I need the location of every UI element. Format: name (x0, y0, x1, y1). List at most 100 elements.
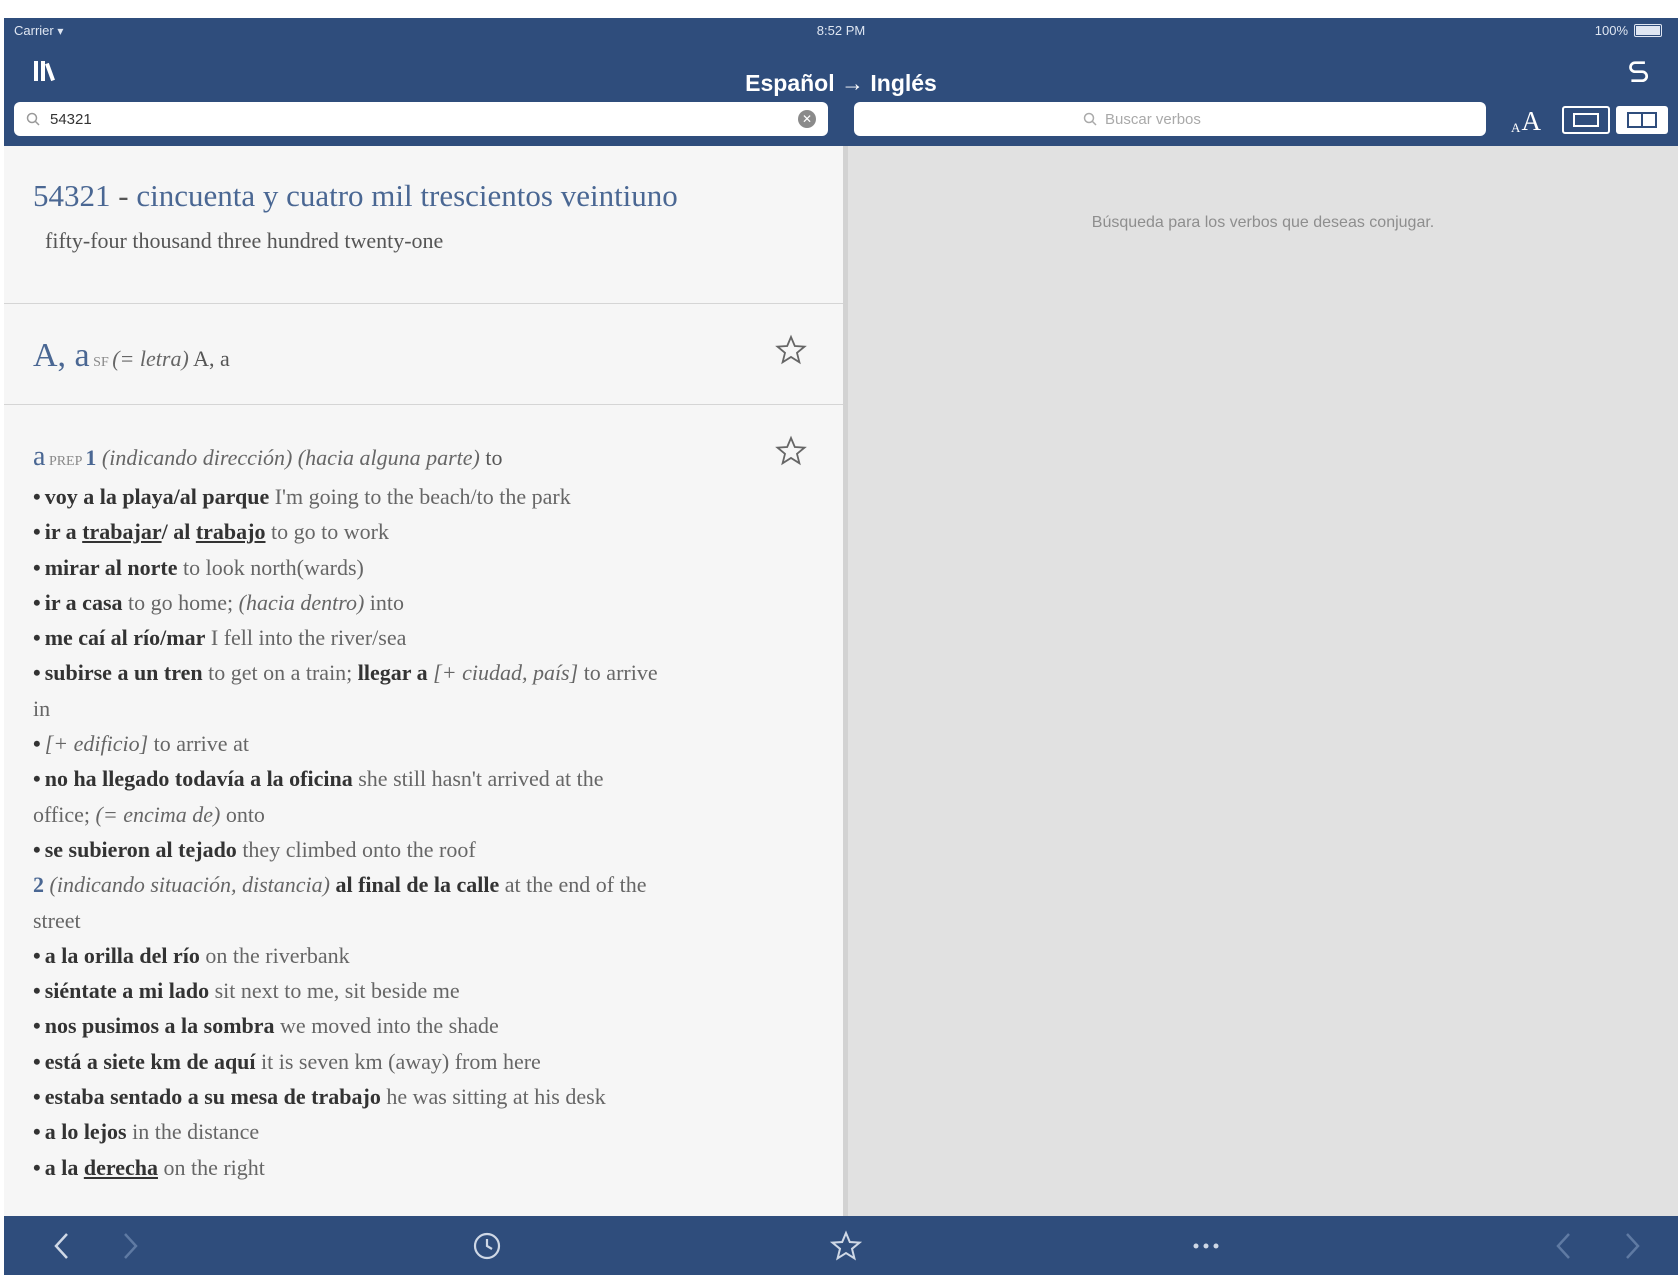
letter-pos: SF (89, 355, 113, 370)
example-en: we moved into the shade (274, 1013, 499, 1039)
star-icon[interactable] (775, 435, 807, 467)
example-en: she still hasn't arrived at the (352, 766, 604, 792)
bullet: • (33, 660, 41, 686)
example-line: • no ha llegado todavía a la oficina she … (33, 761, 803, 796)
example-es: voy a la playa/al parque (44, 484, 270, 509)
bullet: • (33, 484, 41, 509)
preposition-headword: a (33, 441, 46, 472)
swap-languages-icon[interactable] (1622, 56, 1656, 90)
cross-reference-link[interactable]: trabajar (82, 519, 161, 544)
preposition-entry[interactable]: a PREP 1 (indicando dirección) (hacia al… (4, 405, 843, 1185)
single-pane-icon[interactable] (1562, 106, 1610, 134)
dictionary-search-field[interactable]: ✕ (14, 102, 828, 136)
example-es: / al (161, 519, 196, 545)
bullet: • (33, 731, 41, 757)
back-icon[interactable] (44, 1228, 80, 1264)
example-es: nos pusimos a la sombra (44, 1013, 275, 1039)
example-note: (hacia dentro) (238, 589, 365, 615)
sense-note: (hacia alguna parte) (292, 445, 480, 470)
example-en: to look north(wards) (177, 554, 364, 580)
font-size-icon[interactable]: AA (1504, 104, 1548, 136)
example-line: • está a siete km de aquí it is seven km … (33, 1044, 803, 1079)
verb-search-input[interactable] (1103, 109, 1257, 129)
example-line: • a lo lejos in the distance (33, 1114, 803, 1149)
example-en: to get on a train; (202, 660, 358, 686)
split-pane-icon[interactable] (1616, 106, 1668, 134)
star-icon[interactable] (775, 334, 807, 366)
number-headword: 54321 (33, 178, 111, 213)
bullet: • (33, 554, 41, 580)
nav-title: Español → Inglés (745, 70, 937, 96)
preposition-header: a PREP 1 (indicando dirección) (hacia al… (33, 439, 803, 479)
dictionary-search-input[interactable] (48, 109, 798, 129)
preposition-pos: PREP (45, 454, 86, 469)
sense-translation: to (479, 445, 503, 470)
clock: 8:52 PM (816, 23, 866, 38)
example-en: sit next to me, sit beside me (209, 978, 460, 1004)
example-line: • mirar al norte to look north(wards) (33, 550, 803, 585)
example-es: al final de la calle (329, 872, 500, 898)
search-icon (26, 112, 40, 126)
letter-translation: A, a (188, 346, 230, 371)
verb-search-hint: Búsqueda para los verbos que deseas conj… (1091, 214, 1435, 231)
bullet: • (33, 625, 41, 651)
bullet: • (33, 1154, 41, 1180)
example-en: on the right (157, 1154, 265, 1180)
bullet: • (33, 1048, 41, 1074)
example-es: siéntate a mi lado (44, 978, 210, 1004)
example-en: to arrive (578, 660, 658, 686)
example-en: at the end of the (499, 872, 647, 898)
example-note: [+ ciudad, país] (427, 660, 579, 686)
letter-note: (= letra) (112, 346, 189, 371)
verb-search-field[interactable] (854, 102, 1486, 136)
cross-reference-link[interactable]: trabajo (196, 519, 266, 544)
example-es: mirar al norte (44, 554, 178, 580)
prev-entry-icon[interactable] (1546, 1228, 1582, 1264)
example-line: • ir a casa to go home; (hacia dentro) in… (33, 585, 803, 620)
number-entry-title: 54321 - cincuenta y cuatro mil trescient… (33, 174, 803, 218)
example-line: • ir a trabajar/ al trabajo to go to work (33, 514, 803, 549)
bullet: • (33, 1119, 41, 1145)
sense-2-line: 2 (indicando situación, distancia) al fi… (33, 867, 803, 902)
number-entry[interactable]: 54321 - cincuenta y cuatro mil trescient… (4, 146, 843, 304)
next-entry-icon[interactable] (1614, 1228, 1650, 1264)
search-icon (1083, 112, 1097, 126)
example-es: a la (44, 1154, 84, 1180)
top-bar: Carrier ▾ 8:52 PM 100% Español → Inglés (4, 18, 1678, 146)
app-window: Carrier ▾ 8:52 PM 100% Español → Inglés (4, 18, 1678, 1275)
letter-entry[interactable]: A, a SF (= letra) A, a (4, 304, 843, 405)
example-line: • voy a la playa/al parque I'm going to t… (33, 479, 803, 514)
example-line: • estaba sentado a su mesa de trabajo he … (33, 1079, 803, 1114)
bullet: • (33, 978, 41, 1004)
more-icon[interactable] (1188, 1228, 1224, 1264)
example-note: (= encima de) (95, 801, 221, 827)
letter-headword: A, a (33, 337, 90, 374)
library-icon[interactable] (30, 54, 64, 88)
favorites-icon[interactable] (828, 1228, 864, 1264)
example-en: to arrive at (148, 731, 249, 757)
entry-dash: - (110, 178, 137, 213)
example-line-continued: street (33, 907, 81, 933)
example-line: • siéntate a mi lado sit next to me, sit … (33, 973, 803, 1008)
battery-text: 100% (1594, 23, 1628, 38)
example-en: to go to work (265, 519, 389, 545)
number-english-gloss: fifty-four thousand three hundred twenty… (45, 228, 444, 253)
example-en: I fell into the river/sea (205, 625, 407, 651)
example-en: office; (33, 801, 96, 827)
clear-icon[interactable]: ✕ (798, 110, 816, 128)
forward-icon[interactable] (112, 1228, 148, 1264)
sense-number: 1 (85, 445, 97, 470)
example-es: subirse a un tren (44, 660, 203, 686)
bullet: • (33, 589, 41, 615)
example-en: they climbed onto the roof (236, 836, 476, 862)
sense-note: (indicando situación, distancia) (44, 872, 330, 898)
history-icon[interactable] (469, 1228, 505, 1264)
cross-reference-link[interactable]: derecha (84, 1155, 158, 1180)
example-line-continued: in (33, 695, 51, 721)
example-en: to go home; (122, 589, 239, 615)
example-es: a lo lejos (44, 1119, 127, 1145)
example-es: está a siete km de aquí (44, 1048, 256, 1074)
number-spanish-words: cincuenta y cuatro mil trescientos veint… (136, 178, 678, 213)
bullet: • (33, 766, 41, 792)
example-line: • subirse a un tren to get on a train; ll… (33, 655, 803, 690)
